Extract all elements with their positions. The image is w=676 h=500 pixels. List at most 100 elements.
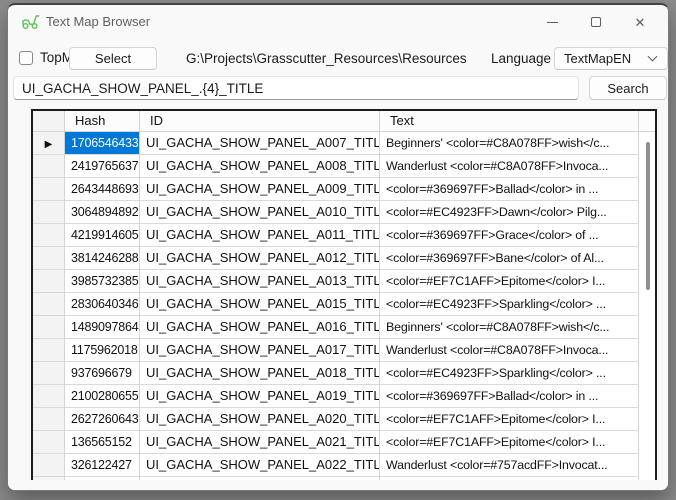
table-row[interactable]: 3064894892 UI_GACHA_SHOW_PANEL_A010_TITL… — [33, 201, 655, 224]
title-bar: Text Map Browser ✕ — [8, 5, 668, 39]
id-cell[interactable]: UI_GACHA_SHOW_PANEL_A010_TITLE — [140, 201, 380, 224]
id-cell[interactable]: UI_GACHA_SHOW_PANEL_A009_TITLE — [140, 178, 380, 201]
table-row[interactable]: 2643448693 UI_GACHA_SHOW_PANEL_A009_TITL… — [33, 178, 655, 201]
close-button[interactable]: ✕ — [618, 5, 662, 39]
window-title: Text Map Browser — [46, 14, 150, 29]
current-row-pointer-icon: ▶ — [45, 139, 53, 150]
table-row[interactable]: 2419765637 UI_GACHA_SHOW_PANEL_A008_TITL… — [33, 155, 655, 178]
table-row[interactable]: 1175962018 UI_GACHA_SHOW_PANEL_A017_TITL… — [33, 339, 655, 362]
vertical-scrollbar[interactable] — [639, 132, 655, 481]
row-selector-cell[interactable] — [33, 270, 65, 293]
row-selector-cell[interactable] — [33, 454, 65, 477]
id-cell[interactable]: UI_GACHA_SHOW_PANEL_A011_TITLE — [140, 224, 380, 247]
hash-cell[interactable]: 4219914605 — [65, 224, 140, 247]
table-row[interactable]: 3814246288 UI_GACHA_SHOW_PANEL_A012_TITL… — [33, 247, 655, 270]
row-selector-cell[interactable] — [33, 201, 65, 224]
language-selected-value: TextMapEN — [555, 51, 649, 66]
hash-cell[interactable]: 1175962018 — [65, 339, 140, 362]
id-cell[interactable]: UI_GACHA_SHOW_PANEL_A017_TITLE — [140, 339, 380, 362]
table-row[interactable]: 2627260643 UI_GACHA_SHOW_PANEL_A020_TITL… — [33, 408, 655, 431]
text-cell[interactable]: <color=#EF7C1AFF>Epitome</color> I... — [380, 270, 639, 293]
row-selector-cell[interactable] — [33, 339, 65, 362]
id-cell[interactable]: UI_GACHA_SHOW_PANEL_A020_TITLE — [140, 408, 380, 431]
hash-cell[interactable]: 3814246288 — [65, 247, 140, 270]
table-row[interactable]: 2100280655 UI_GACHA_SHOW_PANEL_A019_TITL… — [33, 385, 655, 408]
table-row[interactable]: ▶ 1706546433 UI_GACHA_SHOW_PANEL_A007_TI… — [33, 132, 655, 155]
hash-cell[interactable]: 1706546433 — [65, 132, 140, 155]
table-row[interactable]: 3985732385 UI_GACHA_SHOW_PANEL_A013_TITL… — [33, 270, 655, 293]
hash-cell[interactable]: 2419765637 — [65, 155, 140, 178]
maximize-button[interactable] — [574, 5, 618, 39]
text-cell[interactable]: <color=#EC4923FF>Sparkling</color> ... — [380, 362, 639, 385]
text-cell[interactable]: <color=#EF7C1AFF>Epitome</color> I... — [380, 408, 639, 431]
table-row[interactable]: 136565152 UI_GACHA_SHOW_PANEL_A021_TITLE… — [33, 431, 655, 454]
table-body: ▶ 1706546433 UI_GACHA_SHOW_PANEL_A007_TI… — [33, 132, 655, 481]
text-cell[interactable]: Wanderlust <color=#757acdFF>Invocat... — [380, 454, 639, 477]
id-cell[interactable]: UI_GACHA_SHOW_PANEL_A007_TITLE — [140, 132, 380, 155]
row-selector-cell[interactable] — [33, 224, 65, 247]
id-cell[interactable]: UI_GACHA_SHOW_PANEL_A016_TITLE — [140, 316, 380, 339]
language-select[interactable]: TextMapEN — [554, 47, 668, 70]
app-window: Text Map Browser ✕ TopMost Select G:\Pro… — [7, 3, 669, 491]
hash-cell[interactable]: 3064894892 — [65, 201, 140, 224]
row-selector-cell[interactable] — [33, 362, 65, 385]
row-selector-cell[interactable] — [33, 178, 65, 201]
hash-cell[interactable]: 2627260643 — [65, 408, 140, 431]
text-cell[interactable]: <color=#369697FF>Bane</color> of Al... — [380, 247, 639, 270]
id-cell[interactable]: UI_GACHA_SHOW_PANEL_A018_TITLE — [140, 362, 380, 385]
text-cell[interactable]: <color=#369697FF>Ballad</color> in ... — [380, 385, 639, 408]
id-cell[interactable]: UI_GACHA_SHOW_PANEL_A013_TITLE — [140, 270, 380, 293]
table-row[interactable]: 4219914605 UI_GACHA_SHOW_PANEL_A011_TITL… — [33, 224, 655, 247]
row-selector-cell[interactable] — [33, 316, 65, 339]
row-selector-cell[interactable] — [33, 247, 65, 270]
table-corner-cell[interactable] — [33, 111, 65, 132]
topmost-checkbox[interactable] — [19, 51, 33, 65]
row-selector-cell[interactable] — [33, 408, 65, 431]
hash-cell[interactable]: 326122427 — [65, 454, 140, 477]
minimize-button[interactable] — [530, 5, 574, 39]
table-row[interactable]: 2830640346 UI_GACHA_SHOW_PANEL_A015_TITL… — [33, 293, 655, 316]
chevron-down-icon — [648, 52, 658, 62]
column-header-id[interactable]: ID — [140, 111, 380, 132]
resources-path: G:\Projects\Grasscutter_Resources\Resour… — [186, 51, 467, 66]
search-button[interactable]: Search — [589, 76, 667, 100]
text-cell[interactable]: <color=#369697FF>Grace</color> of ... — [380, 224, 639, 247]
column-header-text[interactable]: Text — [380, 111, 639, 132]
row-selector-cell[interactable] — [33, 155, 65, 178]
hash-cell[interactable]: 2100280655 — [65, 385, 140, 408]
search-input[interactable] — [13, 76, 579, 100]
id-cell[interactable]: UI_GACHA_SHOW_PANEL_A022_TITLE — [140, 454, 380, 477]
text-cell[interactable]: <color=#369697FF>Ballad</color> in ... — [380, 178, 639, 201]
select-button[interactable]: Select — [69, 47, 157, 70]
id-cell[interactable]: UI_GACHA_SHOW_PANEL_A008_TITLE — [140, 155, 380, 178]
row-selector-cell[interactable] — [33, 431, 65, 454]
table-row[interactable]: 326122427 UI_GACHA_SHOW_PANEL_A022_TITLE… — [33, 454, 655, 477]
text-cell[interactable]: Beginners' <color=#C8A078FF>wish</c... — [380, 132, 639, 155]
hash-cell[interactable]: 136565152 — [65, 431, 140, 454]
hash-cell[interactable]: 1489097864 — [65, 316, 140, 339]
table-row[interactable]: 937696679 UI_GACHA_SHOW_PANEL_A018_TITLE… — [33, 362, 655, 385]
hash-cell[interactable]: 2643448693 — [65, 178, 140, 201]
id-cell[interactable]: UI_GACHA_SHOW_PANEL_A021_TITLE — [140, 431, 380, 454]
id-cell[interactable]: UI_GACHA_SHOW_PANEL_A012_TITLE — [140, 247, 380, 270]
row-selector-cell[interactable] — [33, 385, 65, 408]
text-cell[interactable]: Wanderlust <color=#C8A078FF>Invoca... — [380, 339, 639, 362]
hash-cell[interactable]: 2830640346 — [65, 293, 140, 316]
row-selector-cell[interactable]: ▶ — [33, 132, 65, 155]
text-cell[interactable]: <color=#EC4923FF>Sparkling</color> ... — [380, 293, 639, 316]
scrollbar-thumb[interactable] — [646, 142, 650, 290]
table-row[interactable]: 1489097864 UI_GACHA_SHOW_PANEL_A016_TITL… — [33, 316, 655, 339]
text-cell[interactable]: Beginners' <color=#C8A078FF>wish</c... — [380, 316, 639, 339]
column-header-hash[interactable]: Hash — [65, 111, 140, 132]
hash-cell[interactable]: 937696679 — [65, 362, 140, 385]
hash-cell[interactable]: 3985732385 — [65, 270, 140, 293]
text-cell[interactable]: <color=#EF7C1AFF>Epitome</color> I... — [380, 431, 639, 454]
id-cell[interactable]: UI_GACHA_SHOW_PANEL_A015_TITLE — [140, 293, 380, 316]
search-row: Search — [8, 76, 668, 102]
text-cell[interactable]: <color=#EC4923FF>Dawn</color> Pilg... — [380, 201, 639, 224]
table-header-row: Hash ID Text — [33, 111, 655, 132]
id-cell[interactable]: UI_GACHA_SHOW_PANEL_A019_TITLE — [140, 385, 380, 408]
minimize-icon — [547, 22, 558, 23]
text-cell[interactable]: Wanderlust <color=#C8A078FF>Invoca... — [380, 155, 639, 178]
row-selector-cell[interactable] — [33, 293, 65, 316]
